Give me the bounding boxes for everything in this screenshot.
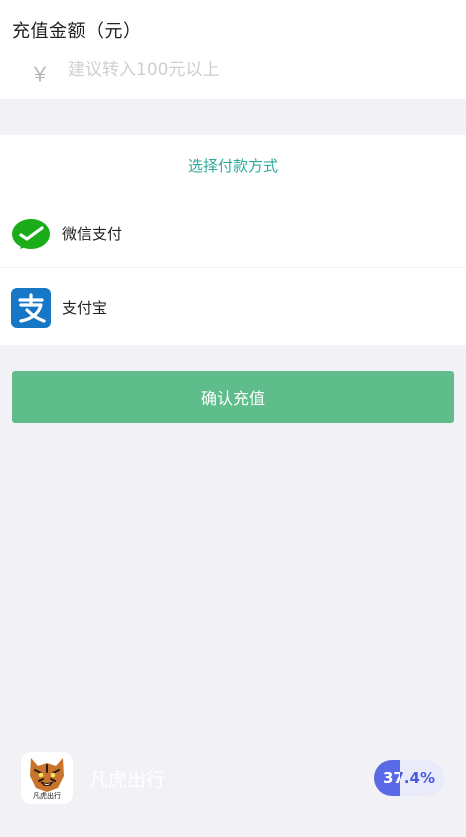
progress-badge: 37.4% 37.4% [374,760,444,796]
recharge-amount-title: 充值金额（元） [12,21,142,42]
payment-method-card: 选择付款方式 微信支付 支付宝 [0,135,466,345]
payment-option-alipay[interactable]: 支付宝 [0,270,466,340]
amount-input[interactable] [68,56,448,84]
payment-option-label: 支付宝 [62,299,108,317]
wechat-pay-icon [12,219,50,249]
payment-option-wechat[interactable]: 微信支付 [0,197,466,268]
alipay-icon [11,288,51,328]
progress-text-overlay: 37.4% [382,769,401,787]
recharge-amount-card: 充值金额（元） ￥ [0,0,466,99]
payment-method-title: 选择付款方式 [187,157,278,175]
payment-option-label: 微信支付 [62,225,123,243]
app-logo-caption: 凡虎出行 [33,792,61,800]
app-logo: 凡虎出行 [21,752,73,804]
currency-symbol: ￥ [30,62,50,86]
progress-fill: 37.4% [374,760,401,796]
app-name: 凡虎出行 [89,769,166,791]
confirm-recharge-button[interactable]: 确认充值 [12,371,454,423]
